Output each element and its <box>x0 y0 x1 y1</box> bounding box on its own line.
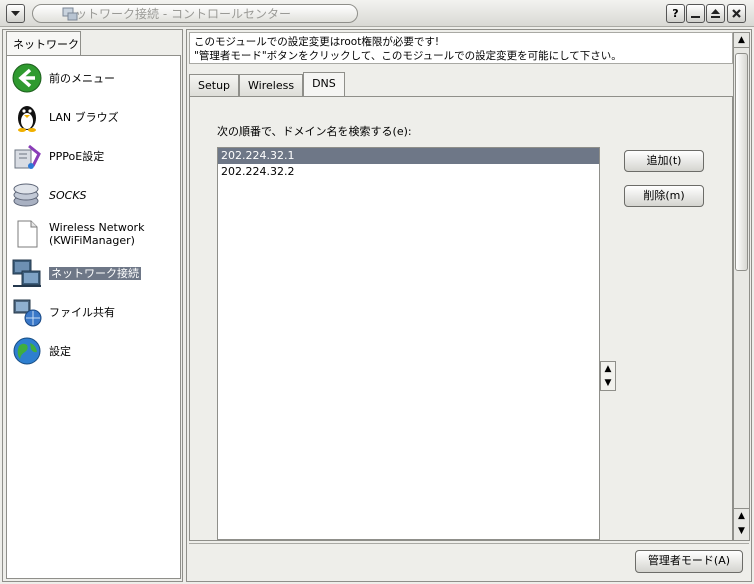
sidebar-tab-network[interactable]: ネットワーク <box>6 31 81 55</box>
minimize-icon <box>691 16 700 18</box>
sidebar-item-label-line2: (KWiFiManager) <box>49 234 135 247</box>
remove-button[interactable]: 削除(m) <box>624 185 704 207</box>
scroll-up-button[interactable]: ▲ <box>734 33 749 48</box>
sidebar-item-file-share[interactable]: ファイル共有 <box>11 296 179 328</box>
reorder-buttons[interactable]: ▲ ▼ <box>600 361 616 391</box>
tab-dns[interactable]: DNS <box>303 72 345 97</box>
window-title-pill: ネットワーク接続 - コントロールセンター <box>32 4 358 23</box>
tab-wireless[interactable]: Wireless <box>239 74 304 97</box>
sidebar-item-label: 設定 <box>49 344 71 358</box>
sidebar-item-label: 前のメニュー <box>49 71 115 85</box>
move-down-icon[interactable]: ▼ <box>601 376 615 390</box>
sidebar-item-back[interactable]: 前のメニュー <box>11 62 179 94</box>
sidebar-item-socks[interactable]: SOCKS <box>11 179 179 211</box>
admin-mode-button[interactable]: 管理者モード(A) <box>635 550 743 573</box>
sidebar: ネットワーク 前のメニュー LAN ブラウズ PPPoE設定 SOCKS Wir… <box>2 29 183 582</box>
sidebar-item-pppoe[interactable]: PPPoE設定 <box>11 140 179 172</box>
module-pane: このモジュールでの設定変更はroot権限が必要です! "管理者モード"ボタンをク… <box>186 29 752 582</box>
sidebar-item-label: ネットワーク接続 <box>49 266 141 280</box>
file-share-icon <box>13 299 42 327</box>
sidebar-item-network-connection[interactable]: ネットワーク接続 <box>11 257 179 289</box>
tab-label: Wireless <box>248 79 295 92</box>
scrollbar-thumb[interactable] <box>735 53 748 271</box>
sidebar-tab-label: ネットワーク <box>13 38 79 51</box>
socks-icon <box>13 183 39 207</box>
tab-label: DNS <box>312 77 336 90</box>
list-item[interactable]: 202.224.32.1 <box>218 148 599 164</box>
sidebar-item-settings[interactable]: 設定 <box>11 335 179 367</box>
sidebar-item-wireless[interactable]: Wireless Network (KWiFiManager) <box>11 218 179 250</box>
minimize-button[interactable] <box>686 4 705 23</box>
window-menu-button[interactable] <box>6 4 25 23</box>
chevron-down-icon <box>11 11 20 16</box>
dns-tab-page: 次の順番で、ドメイン名を検索する(e): 202.224.32.1 202.22… <box>189 96 733 541</box>
tux-icon <box>18 106 36 132</box>
pppoe-icon <box>14 144 41 169</box>
footer-separator <box>189 543 749 544</box>
move-up-icon[interactable]: ▲ <box>601 362 615 376</box>
root-permission-notice: このモジュールでの設定変更はroot権限が必要です! "管理者モード"ボタンをク… <box>189 32 733 64</box>
help-icon: ? <box>672 7 679 20</box>
arrow-up-icon: ▲ <box>738 35 745 45</box>
sidebar-item-label: ファイル共有 <box>49 305 115 319</box>
maximize-button[interactable] <box>706 4 725 23</box>
close-icon <box>732 9 741 18</box>
sidebar-item-lan-browse[interactable]: LAN ブラウズ <box>11 101 179 133</box>
globe-icon <box>13 337 41 365</box>
notice-line-1: このモジュールでの設定変更はroot権限が必要です! <box>194 36 440 48</box>
dns-server-list[interactable]: 202.224.32.1 202.224.32.2 <box>217 147 600 540</box>
maximize-icon <box>711 9 720 18</box>
sidebar-item-label: PPPoE設定 <box>49 149 105 163</box>
scroll-step-buttons[interactable]: ▲ ▼ <box>734 508 749 540</box>
document-icon <box>17 220 38 248</box>
add-button[interactable]: 追加(t) <box>624 150 704 172</box>
arrow-up-icon[interactable]: ▲ <box>734 509 749 524</box>
sidebar-item-label: LAN ブラウズ <box>49 110 119 124</box>
sidebar-item-label-line1: Wireless Network <box>49 221 145 234</box>
help-button[interactable]: ? <box>666 4 685 23</box>
sidebar-item-label: Wireless Network (KWiFiManager) <box>49 221 144 247</box>
domain-search-label: 次の順番で、ドメイン名を検索する(e): <box>217 125 412 138</box>
back-arrow-icon <box>12 63 42 93</box>
list-item[interactable]: 202.224.32.2 <box>218 164 599 180</box>
tab-setup[interactable]: Setup <box>189 74 240 97</box>
network-connection-icon <box>12 259 41 287</box>
title-bar: ネットワーク接続 - コントロールセンター ? <box>0 0 754 27</box>
tab-label: Setup <box>198 79 231 92</box>
window-title: ネットワーク接続 - コントロールセンター <box>63 7 291 21</box>
close-button[interactable] <box>727 4 746 23</box>
tab-bar: Setup Wireless DNS <box>189 72 345 97</box>
arrow-down-icon[interactable]: ▼ <box>734 524 749 539</box>
notice-line-2: "管理者モード"ボタンをクリックして、このモジュールでの設定変更を可能にして下さ… <box>194 50 622 62</box>
sidebar-list: 前のメニュー LAN ブラウズ PPPoE設定 SOCKS Wireless N… <box>6 55 181 579</box>
network-connection-icon <box>62 7 78 21</box>
sidebar-item-label: SOCKS <box>49 188 87 202</box>
module-scrollbar[interactable]: ▲ ▲ ▼ <box>733 32 750 541</box>
